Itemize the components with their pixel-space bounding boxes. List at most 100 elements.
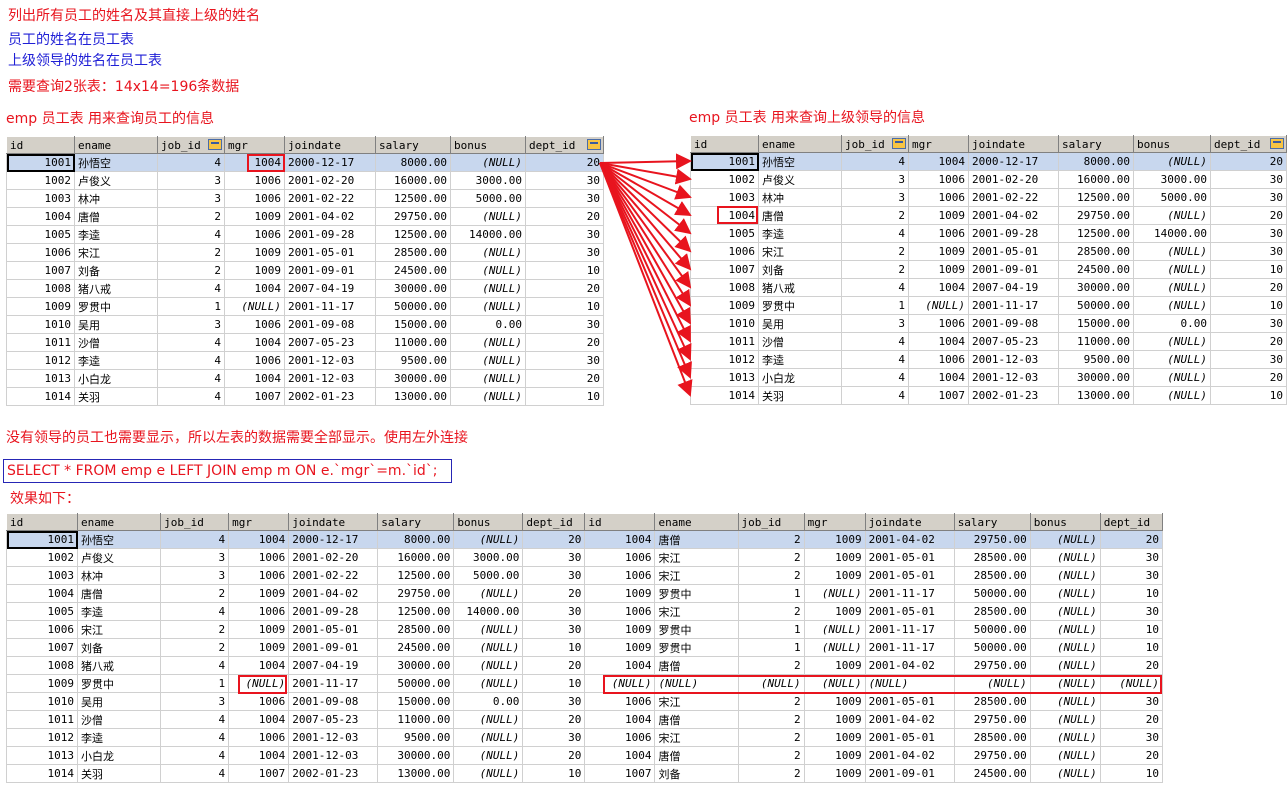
cell-job_id[interactable]: 2 <box>737 566 805 585</box>
column-filter-icon[interactable] <box>208 139 222 150</box>
cell-id[interactable]: 1006 <box>5 620 79 639</box>
cell-job_id[interactable]: 4 <box>160 728 230 747</box>
cell-salary[interactable]: 11000.00 <box>377 710 455 729</box>
cell-job_id[interactable]: 1 <box>737 638 805 657</box>
cell-salary[interactable]: 24500.00 <box>953 764 1031 783</box>
cell-mgr[interactable]: 1009 <box>224 261 285 280</box>
column-header-dept_id[interactable]: dept_id <box>525 136 604 154</box>
cell-salary[interactable]: 50000.00 <box>953 638 1031 657</box>
cell-bonus[interactable]: (NULL) <box>450 369 526 388</box>
cell-dept_id[interactable]: 20 <box>522 656 586 675</box>
cell-salary[interactable]: 28500.00 <box>375 243 451 262</box>
cell-bonus[interactable]: (NULL) <box>1133 206 1211 225</box>
cell-ename[interactable]: 孙悟空 <box>74 153 158 172</box>
cell-joindate[interactable]: 2007-04-19 <box>288 656 379 675</box>
cell-salary[interactable]: 30000.00 <box>1058 368 1134 387</box>
cell-job_id[interactable]: 2 <box>841 206 909 225</box>
cell-dept_id[interactable]: 10 <box>1210 296 1287 315</box>
cell-dept_id[interactable]: 10 <box>522 638 586 657</box>
cell-ename[interactable]: 唐僧 <box>758 206 842 225</box>
cell-salary[interactable]: (NULL) <box>953 674 1031 693</box>
cell-joindate[interactable]: 2001-02-20 <box>284 171 376 190</box>
cell-mgr[interactable]: 1006 <box>908 314 969 333</box>
cell-id[interactable]: 1005 <box>690 224 759 243</box>
cell-mgr[interactable]: (NULL) <box>803 584 866 603</box>
cell-ename[interactable]: 吴用 <box>74 315 158 334</box>
cell-salary[interactable]: 29750.00 <box>375 207 451 226</box>
cell-joindate[interactable]: 2001-12-03 <box>284 369 376 388</box>
cell-joindate[interactable]: 2001-11-17 <box>288 674 379 693</box>
cell-job_id[interactable]: 3 <box>841 170 909 189</box>
cell-ename[interactable]: 猪八戒 <box>77 656 162 675</box>
table-row[interactable]: 1006 宋江 2 1009 2001-05-01 28500.00 (NULL) 30 <box>690 242 1287 261</box>
cell-dept_id[interactable]: 30 <box>522 728 586 747</box>
cell-mgr[interactable]: (NULL) <box>224 297 285 316</box>
column-header-salary[interactable]: salary <box>1058 135 1134 153</box>
cell-job_id[interactable]: 2 <box>737 530 805 549</box>
cell-ename[interactable]: 罗贯中 <box>654 638 739 657</box>
cell-bonus[interactable]: (NULL) <box>453 638 524 657</box>
cell-dept_id[interactable]: 30 <box>1099 566 1164 585</box>
table-row[interactable]: 1007 刘备 2 1009 2001-09-01 24500.00 (NULL) 10 <box>690 260 1287 279</box>
column-header-ename[interactable]: ename <box>77 513 162 531</box>
cell-dept_id[interactable]: 20 <box>525 207 604 226</box>
cell-mgr[interactable]: 1006 <box>908 188 969 207</box>
cell-bonus[interactable]: (NULL) <box>1029 692 1101 711</box>
cell-bonus[interactable]: (NULL) <box>1029 674 1101 693</box>
cell-job_id[interactable]: 2 <box>737 692 805 711</box>
cell-job_id[interactable]: 1 <box>737 620 805 639</box>
cell-bonus[interactable]: 5000.00 <box>1133 188 1211 207</box>
cell-id[interactable]: 1013 <box>690 368 759 387</box>
cell-mgr[interactable]: 1004 <box>908 152 969 171</box>
cell-job_id[interactable]: 4 <box>160 602 230 621</box>
cell-job_id[interactable]: 4 <box>157 153 225 172</box>
cell-dept_id[interactable]: 10 <box>1210 386 1287 405</box>
cell-id[interactable]: 1003 <box>5 566 79 585</box>
cell-dept_id[interactable]: 30 <box>525 243 604 262</box>
cell-bonus[interactable]: (NULL) <box>1133 278 1211 297</box>
table-row[interactable]: 1004 唐僧 2 1009 2001-04-02 29750.00 (NULL) 20 <box>690 206 1287 225</box>
cell-joindate[interactable]: 2007-04-19 <box>968 278 1059 297</box>
cell-salary[interactable]: 12500.00 <box>377 566 455 585</box>
cell-joindate[interactable]: 2001-12-03 <box>968 368 1059 387</box>
cell-salary[interactable]: 29750.00 <box>953 530 1031 549</box>
cell-job_id[interactable]: 4 <box>160 656 230 675</box>
cell-joindate[interactable]: 2001-04-02 <box>864 746 955 765</box>
cell-salary[interactable]: 8000.00 <box>375 153 451 172</box>
table-row[interactable]: 1008 猪八戒 4 1004 2007-04-19 30000.00 (NULL) 20 <box>6 279 604 298</box>
cell-bonus[interactable]: (NULL) <box>1029 656 1101 675</box>
column-header-job_id[interactable]: job_id <box>157 136 225 154</box>
cell-salary[interactable]: 24500.00 <box>1058 260 1134 279</box>
cell-ename[interactable]: 罗贯中 <box>74 297 158 316</box>
cell-bonus[interactable]: (NULL) <box>1133 386 1211 405</box>
cell-id[interactable]: 1006 <box>584 548 656 567</box>
cell-mgr[interactable]: 1006 <box>224 171 285 190</box>
cell-bonus[interactable]: (NULL) <box>453 710 524 729</box>
column-header-ename[interactable]: ename <box>758 135 842 153</box>
cell-dept_id[interactable]: 20 <box>522 710 586 729</box>
cell-id[interactable]: 1006 <box>584 566 656 585</box>
cell-job_id[interactable]: 2 <box>737 764 805 783</box>
cell-ename[interactable]: 沙僧 <box>77 710 162 729</box>
cell-dept_id[interactable]: (NULL) <box>1099 674 1164 693</box>
cell-dept_id[interactable]: 20 <box>525 279 604 298</box>
cell-id[interactable]: 1012 <box>6 351 75 370</box>
cell-dept_id[interactable]: 10 <box>1210 260 1287 279</box>
cell-id[interactable]: 1004 <box>584 746 656 765</box>
cell-ename[interactable]: 李逵 <box>77 728 162 747</box>
cell-salary[interactable]: 12500.00 <box>377 602 455 621</box>
cell-dept_id[interactable]: 10 <box>525 387 604 406</box>
cell-dept_id[interactable]: 20 <box>1099 530 1164 549</box>
cell-dept_id[interactable]: 30 <box>1210 314 1287 333</box>
cell-bonus[interactable]: (NULL) <box>450 243 526 262</box>
cell-bonus[interactable]: (NULL) <box>1029 746 1101 765</box>
cell-salary[interactable]: 28500.00 <box>953 602 1031 621</box>
cell-mgr[interactable]: 1009 <box>228 584 290 603</box>
cell-bonus[interactable]: 3000.00 <box>450 171 526 190</box>
cell-mgr[interactable]: 1009 <box>803 548 866 567</box>
cell-dept_id[interactable]: 30 <box>1099 602 1164 621</box>
table-row[interactable]: 1011 沙僧 4 1004 2007-05-23 11000.00 (NULL) 20 100… <box>5 710 1164 729</box>
cell-ename[interactable]: 罗贯中 <box>77 674 162 693</box>
cell-job_id[interactable]: 2 <box>737 656 805 675</box>
cell-id[interactable]: 1004 <box>584 656 656 675</box>
